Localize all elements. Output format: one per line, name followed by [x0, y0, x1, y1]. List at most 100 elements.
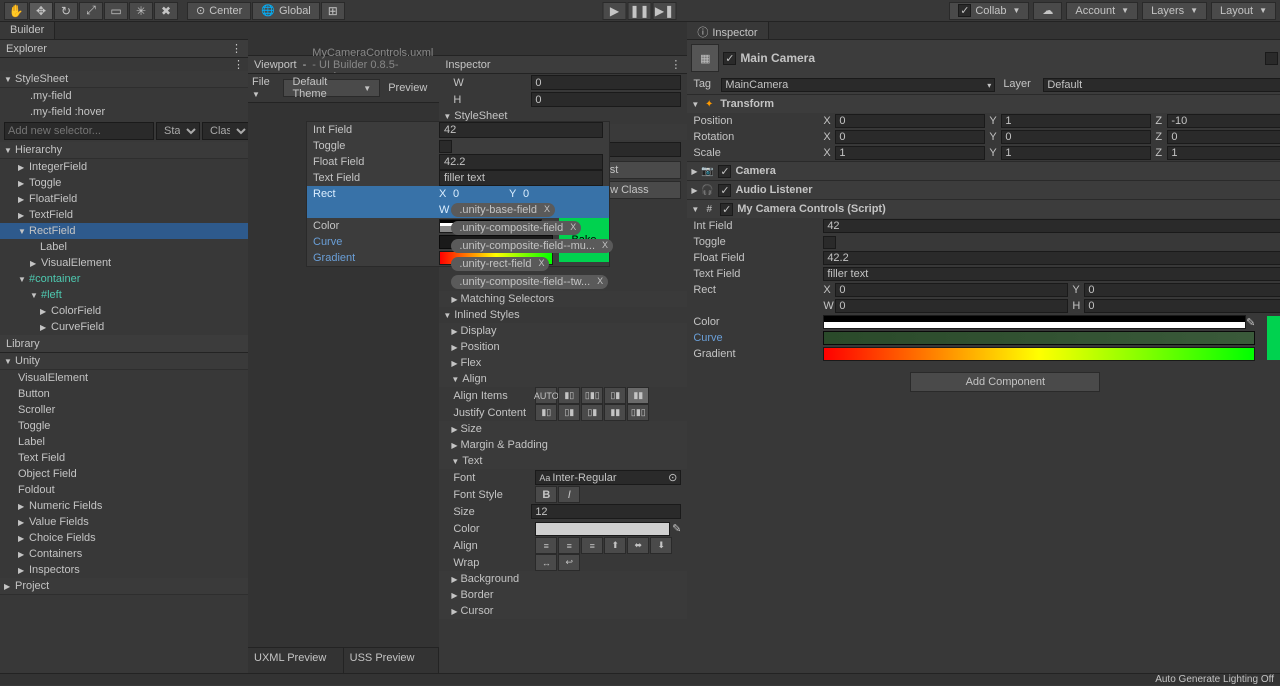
style-pill[interactable]: .unity-composite-fieldX — [451, 221, 581, 235]
bold-button[interactable]: B — [535, 486, 557, 503]
script-bake-button[interactable]: Bake — [1267, 316, 1280, 360]
eyedropper-icon[interactable]: ✎ — [1246, 316, 1255, 329]
hierarchy-item[interactable]: ▶ColorField — [0, 303, 248, 319]
gameobject-name[interactable]: Main Camera — [740, 51, 1264, 65]
remove-pill-icon[interactable]: X — [544, 204, 550, 214]
library-item[interactable]: Text Field — [0, 450, 248, 466]
library-item[interactable]: ▶Numeric Fields — [0, 498, 248, 514]
preview-button[interactable]: Preview — [380, 82, 435, 94]
style-pill[interactable]: .unity-composite-field--mu...X — [451, 239, 613, 253]
hierarchy-item[interactable]: ▼#left — [0, 287, 248, 303]
project-section[interactable]: ▶Project — [0, 578, 248, 595]
hierarchy-section[interactable]: ▼Hierarchy — [0, 142, 248, 159]
rot-x[interactable] — [835, 130, 985, 144]
cursor-foldout[interactable]: ▶Cursor — [439, 603, 687, 619]
selector-item[interactable]: .my-field :hover — [0, 104, 248, 120]
rot-y[interactable] — [1001, 130, 1151, 144]
hand-tool[interactable]: ✋ — [4, 2, 28, 20]
library-item[interactable]: Toggle — [0, 418, 248, 434]
rect-h[interactable] — [1084, 299, 1280, 313]
position-foldout[interactable]: ▶Position — [439, 339, 687, 355]
align-center-button[interactable]: ▯▮▯ — [581, 387, 603, 404]
step-button[interactable]: ▶❚ — [653, 2, 677, 20]
remove-pill-icon[interactable]: X — [538, 258, 544, 268]
script-component[interactable]: ▼#✓My Camera Controls (Script)?⇄⋮ — [687, 199, 1280, 218]
pos-x[interactable] — [835, 114, 985, 128]
unity-inspector-tab[interactable]: ⓘInspector — [687, 22, 768, 39]
library-unity[interactable]: ▼Unity — [0, 353, 248, 370]
library-item[interactable]: Scroller — [0, 402, 248, 418]
hierarchy-item[interactable]: ▶TextField — [0, 207, 248, 223]
pivot-toggle[interactable]: ⊙Center — [187, 2, 251, 20]
add-component-button[interactable]: Add Component — [910, 372, 1100, 392]
textalign-bot[interactable]: ⬇ — [650, 537, 672, 554]
space-toggle[interactable]: 🌐Global — [252, 2, 320, 20]
textalign-center[interactable]: ≡ — [558, 537, 580, 554]
layout-dropdown[interactable]: Layout▼ — [1211, 2, 1276, 20]
pos-y[interactable] — [1001, 114, 1151, 128]
hierarchy-item[interactable]: ▶CurveField — [0, 319, 248, 335]
font-picker-icon[interactable]: ⊙ — [668, 471, 677, 484]
cloud-button[interactable]: ☁ — [1033, 2, 1062, 20]
display-foldout[interactable]: ▶Display — [439, 323, 687, 339]
script-int[interactable] — [823, 219, 1280, 233]
toggle-checkbox[interactable] — [439, 140, 452, 153]
justify-between-button[interactable]: ▮▮ — [604, 404, 626, 421]
scale-y[interactable] — [1001, 146, 1151, 160]
pos-z[interactable] — [1167, 114, 1280, 128]
audio-listener-component[interactable]: ▶🎧✓Audio Listener?⇄⋮ — [687, 180, 1280, 199]
rot-z[interactable] — [1167, 130, 1280, 144]
hierarchy-item[interactable]: ▶Toggle — [0, 175, 248, 191]
hierarchy-item[interactable]: ▶VisualElement — [0, 255, 248, 271]
remove-pill-icon[interactable]: X — [602, 240, 608, 250]
scale-x[interactable] — [835, 146, 985, 160]
align-start-button[interactable]: ▮▯ — [558, 387, 580, 404]
wrap-on[interactable]: ↩ — [558, 554, 580, 571]
wrap-off[interactable]: ↔ — [535, 554, 557, 571]
snap-toggle[interactable]: ⊞ — [321, 2, 345, 20]
script-color[interactable] — [823, 315, 1246, 329]
inlined-foldout[interactable]: ▼Inlined Styles — [439, 307, 687, 323]
library-item[interactable]: Label — [0, 434, 248, 450]
style-pill[interactable]: .unity-base-fieldX — [451, 203, 555, 217]
library-item[interactable]: Button — [0, 386, 248, 402]
style-pill[interactable]: .unity-rect-fieldX — [451, 257, 549, 271]
pause-button[interactable]: ❚❚ — [628, 2, 652, 20]
background-foldout[interactable]: ▶Background — [439, 571, 687, 587]
library-item[interactable]: VisualElement — [0, 370, 248, 386]
justify-center-button[interactable]: ▯▮ — [558, 404, 580, 421]
italic-button[interactable]: I — [558, 486, 580, 503]
tag-dropdown[interactable]: MainCamera▾ — [721, 78, 995, 92]
hierarchy-item-selected[interactable]: ▼RectField — [0, 223, 248, 239]
matching-foldout[interactable]: ▶Matching Selectors — [439, 291, 687, 307]
h-input[interactable] — [531, 92, 681, 107]
rect-y[interactable] — [1084, 283, 1280, 297]
align-end-button[interactable]: ▯▮ — [604, 387, 626, 404]
library-item[interactable]: ▶Containers — [0, 546, 248, 562]
rotate-tool[interactable]: ↻ — [54, 2, 78, 20]
textalign-right[interactable]: ≡ — [581, 537, 603, 554]
hierarchy-item[interactable]: ▶IntegerField — [0, 159, 248, 175]
layers-dropdown[interactable]: Layers▼ — [1142, 2, 1207, 20]
text-foldout[interactable]: ▼Text — [439, 453, 687, 469]
layer-dropdown[interactable]: Default▾ — [1043, 78, 1280, 92]
viewport-canvas[interactable]: Int Field42 Toggle Float Field42.2 Text … — [248, 103, 439, 647]
justify-start-button[interactable]: ▮▯ — [535, 404, 557, 421]
uxml-preview-tab[interactable]: UXML Preview — [248, 648, 344, 673]
remove-pill-icon[interactable]: X — [597, 276, 603, 286]
move-tool[interactable]: ✥ — [29, 2, 53, 20]
textcolor-swatch[interactable] — [535, 522, 670, 536]
class-dropdown[interactable]: Class — [202, 122, 250, 140]
hierarchy-item[interactable]: Label — [0, 239, 248, 255]
eyedropper-icon[interactable]: ✎ — [672, 522, 681, 535]
custom-tool[interactable]: ✖ — [154, 2, 178, 20]
explorer-more-icon[interactable]: ⋮ — [233, 59, 244, 71]
justify-end-button[interactable]: ▯▮ — [581, 404, 603, 421]
library-item[interactable]: Object Field — [0, 466, 248, 482]
flex-foldout[interactable]: ▶Flex — [439, 355, 687, 371]
fontsize-input[interactable] — [531, 504, 681, 519]
hierarchy-item[interactable]: ▶FloatField — [0, 191, 248, 207]
collab-dropdown[interactable]: ✓Collab▼ — [949, 2, 1029, 20]
selector-item[interactable]: .my-field — [0, 88, 248, 104]
script-toggle[interactable] — [823, 236, 836, 249]
